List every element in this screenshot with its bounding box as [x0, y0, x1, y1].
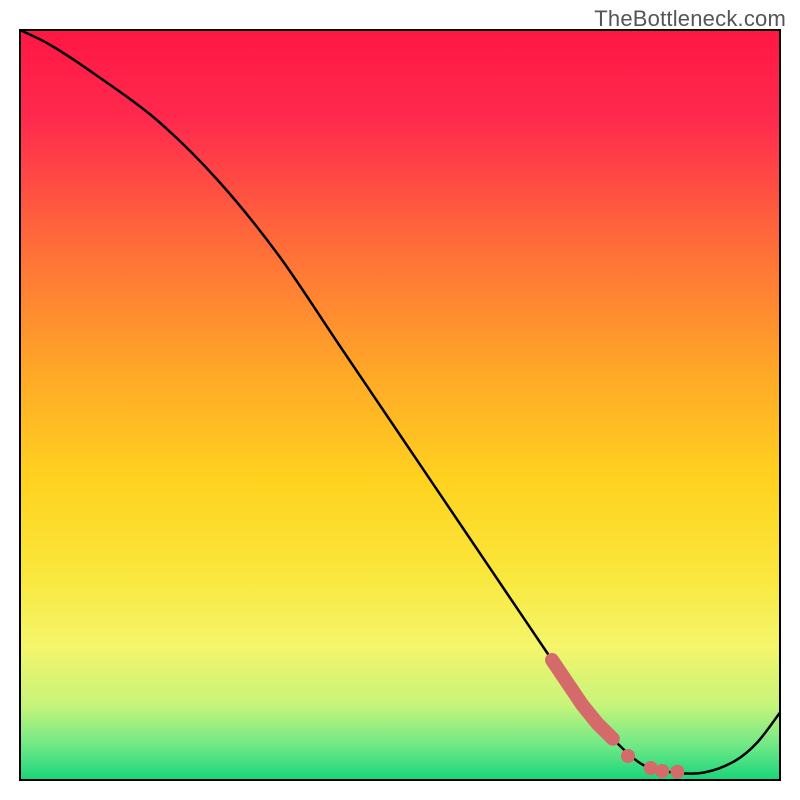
highlight-dot	[621, 749, 635, 763]
watermark-text: TheBottleneck.com	[594, 6, 786, 32]
highlight-dot	[655, 764, 669, 778]
chart-background	[20, 30, 780, 780]
highlight-dot	[670, 765, 684, 779]
bottleneck-chart	[0, 0, 800, 800]
